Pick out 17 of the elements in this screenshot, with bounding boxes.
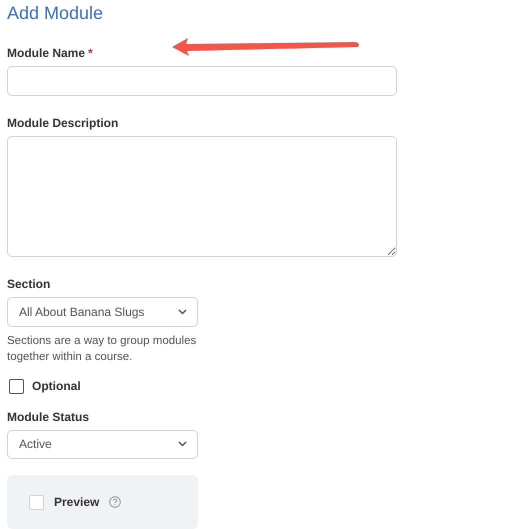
status-dropdown[interactable]: Active — [7, 430, 198, 460]
help-icon — [109, 496, 122, 508]
preview-checkbox[interactable] — [29, 494, 44, 510]
field-label: Module Name * — [7, 46, 93, 60]
optional-checkbox[interactable] — [9, 378, 24, 394]
section-dropdown[interactable]: All About Banana Slugs — [7, 297, 198, 327]
checkbox-label: Preview — [54, 495, 100, 510]
chevron-down-icon — [178, 309, 187, 316]
page-title: Add Module — [7, 2, 104, 24]
field-label: Section — [7, 277, 50, 292]
chevron-down-icon — [178, 441, 187, 448]
module-description-field[interactable] — [7, 136, 397, 258]
help-text: Sections are a way to group modules together within a course. — [7, 334, 198, 365]
module-name-field[interactable] — [7, 66, 397, 96]
field-label: Module Description — [7, 116, 118, 130]
checkbox-label: Optional — [32, 379, 81, 394]
field-label: Module Status — [7, 410, 90, 424]
